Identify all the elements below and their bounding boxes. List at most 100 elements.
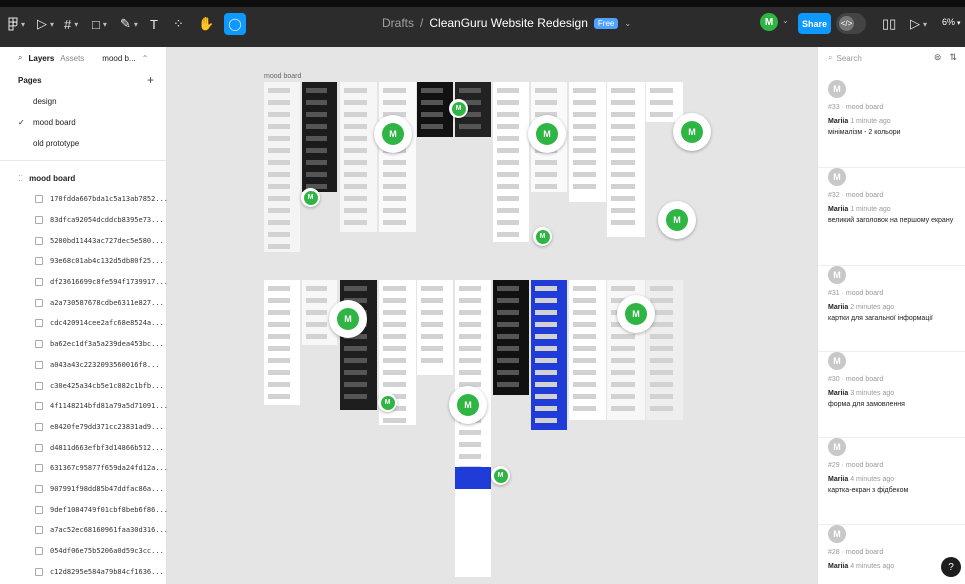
shape-tool-button[interactable]: □ ▾ <box>92 14 107 34</box>
layer-item[interactable]: 631367c95877f659da24fd12a... <box>0 458 168 479</box>
content-block <box>344 160 367 165</box>
content-block <box>268 208 290 213</box>
comment-meta: #32 · mood board <box>828 192 884 199</box>
layer-item[interactable]: e8420fe79dd371cc23831ad9... <box>0 417 166 438</box>
layer-item[interactable]: 83dfca92054dcddcb8395e73... <box>0 210 166 231</box>
layer-item[interactable]: 907991f98dd85b47ddfac86a... <box>0 479 166 500</box>
comment-pin[interactable]: M <box>449 386 487 424</box>
dev-mode-toggle[interactable]: </> <box>836 13 866 34</box>
page-item[interactable]: design <box>0 91 166 112</box>
layer-item[interactable]: df23616699c8fe594f1739917... <box>0 272 168 293</box>
comment-pin[interactable]: M <box>301 188 320 207</box>
layer-item[interactable]: a2a730587678cdbe6311e827... <box>0 292 166 313</box>
comment-pin[interactable]: M <box>449 99 468 118</box>
comment-thread[interactable]: M #33 · mood board Mariia 1 minute ago міні… <box>818 80 965 168</box>
moodboard-screenshot[interactable] <box>379 82 416 232</box>
help-button[interactable]: ? <box>941 557 961 577</box>
chevron-up-icon[interactable]: ⌃ <box>142 54 149 63</box>
file-title[interactable]: Drafts / CleanGuru Website Redesign Free… <box>382 16 631 30</box>
comment-pin[interactable]: M <box>329 300 367 338</box>
zoom-level[interactable]: 6% ▾ <box>942 17 960 27</box>
comment-pin[interactable]: M <box>491 466 510 485</box>
content-block <box>344 100 367 105</box>
frame-tool-button[interactable]: # ▾ <box>64 14 78 34</box>
filter-icon[interactable]: ⊜ <box>934 52 942 63</box>
tab-assets[interactable]: Assets <box>60 54 84 63</box>
comment-pin[interactable]: M <box>374 115 412 153</box>
comment-pin[interactable]: M <box>617 295 655 333</box>
pen-tool-button[interactable]: ✎ ▾ <box>120 14 138 34</box>
layer-frame-mood-board[interactable]: ⁚⁚ mood board <box>0 167 166 189</box>
present-button[interactable]: ▷ ▾ <box>910 14 927 34</box>
search-input[interactable]: Search <box>836 54 861 63</box>
hand-tool-button[interactable]: ✋ <box>198 14 214 34</box>
moodboard-screenshot[interactable] <box>264 82 300 252</box>
tab-page-selector[interactable]: mood b... <box>102 54 135 63</box>
canvas[interactable]: mood board M M M M M M M M M M M M <box>167 47 817 584</box>
layer-item[interactable]: a043a43c2232093560016f8... <box>0 355 166 376</box>
page-item[interactable]: ✓ mood board <box>0 112 166 133</box>
moodboard-screenshot[interactable] <box>264 280 300 405</box>
breadcrumb-drafts[interactable]: Drafts <box>382 16 414 30</box>
comment-thread[interactable]: M #31 · mood board Mariia 2 minutes ago кар… <box>818 266 965 352</box>
moodboard-screenshot[interactable] <box>531 280 567 430</box>
chevron-down-icon[interactable]: ⌄ <box>624 19 631 28</box>
page-item[interactable]: old prototype <box>0 133 166 154</box>
frame-label[interactable]: mood board <box>264 73 301 80</box>
moodboard-screenshot[interactable] <box>493 280 529 395</box>
moodboard-screenshot[interactable] <box>646 82 683 122</box>
moodboard-screenshot[interactable] <box>646 280 683 420</box>
layer-item[interactable]: 170fdda667bda1c5a13ab7852... <box>0 189 168 210</box>
comment-tool-button[interactable]: ◯ <box>224 13 246 35</box>
comment-thread[interactable]: M #29 · mood board Mariia 4 minutes ago кар… <box>818 438 965 525</box>
moodboard-screenshot[interactable] <box>455 467 491 577</box>
moodboard-screenshot[interactable] <box>607 82 645 237</box>
tab-layers[interactable]: Layers <box>28 54 54 63</box>
layer-item[interactable]: 5200bd11443ac727dec5e580... <box>0 230 166 251</box>
layer-item[interactable]: 4f1148214bfd81a79a5d71091... <box>0 396 168 417</box>
comment-pin[interactable]: M <box>673 113 711 151</box>
comment-pin[interactable]: M <box>528 115 566 153</box>
resources-tool-button[interactable]: ⁘ <box>173 14 184 34</box>
layer-item[interactable]: c30e425a34cb5e1c082c1bfb... <box>0 375 166 396</box>
comment-thread[interactable]: M #28 · mood board Mariia 4 minutes ago <box>818 525 965 584</box>
layer-item[interactable]: 9def1084749f01cbf8beb6f86... <box>0 499 168 520</box>
chevron-down-icon[interactable]: ⌄ <box>782 16 789 25</box>
moodboard-screenshot[interactable] <box>569 82 606 202</box>
moodboard-screenshot[interactable] <box>340 82 377 232</box>
code-icon: </> <box>839 16 854 31</box>
main-menu-button[interactable]: ▾ <box>8 14 25 34</box>
moodboard-screenshot[interactable] <box>417 280 453 375</box>
add-page-icon[interactable]: + <box>147 73 154 87</box>
comment-pin[interactable]: M <box>533 227 552 246</box>
moodboard-screenshot[interactable] <box>455 280 491 480</box>
library-button[interactable]: ▯▯ <box>882 14 896 34</box>
layer-item[interactable]: d4811d663efbf3d14866b512... <box>0 437 166 458</box>
sort-icon[interactable]: ⇅ <box>949 52 957 63</box>
content-block <box>344 196 367 201</box>
move-tool-button[interactable]: ▷ ▾ <box>37 14 54 34</box>
share-button[interactable]: Share <box>798 13 831 34</box>
moodboard-screenshot[interactable] <box>302 82 337 192</box>
comment-pin[interactable]: M <box>658 201 696 239</box>
moodboard-screenshot[interactable] <box>417 82 453 137</box>
content-block <box>573 100 596 105</box>
layer-item[interactable]: 054df06e75b5206a0d59c3cc... <box>0 541 166 562</box>
comment-search[interactable]: ⌕ Search ⊜ ⇅ <box>818 47 965 69</box>
file-name[interactable]: CleanGuru Website Redesign <box>429 16 588 30</box>
layer-item[interactable]: a7ac52ec68160961faa30d316... <box>0 520 168 541</box>
moodboard-screenshot[interactable] <box>493 82 529 242</box>
comment-thread[interactable]: M #30 · mood board Mariia 3 minutes ago фор… <box>818 352 965 438</box>
layer-item[interactable]: cdc420914cee2afc68e8524a... <box>0 313 166 334</box>
layer-item[interactable]: 93e68c01ab4c132d5db80f25... <box>0 251 166 272</box>
comment-pin[interactable]: M <box>378 393 397 412</box>
user-avatar[interactable]: M <box>760 13 778 31</box>
moodboard-screenshot[interactable] <box>569 280 606 420</box>
layer-item[interactable]: c12d8295e584a79b84cf1636... <box>0 561 166 582</box>
text-tool-button[interactable]: T <box>150 14 158 34</box>
search-icon[interactable]: ⌕ <box>18 53 22 63</box>
content-block <box>268 334 290 339</box>
layer-item[interactable]: ba62ec1df3a5a239dea453bc... <box>0 334 166 355</box>
content-block <box>421 358 443 363</box>
comment-thread[interactable]: M #32 · mood board Mariia 1 minute ago вели… <box>818 168 965 266</box>
